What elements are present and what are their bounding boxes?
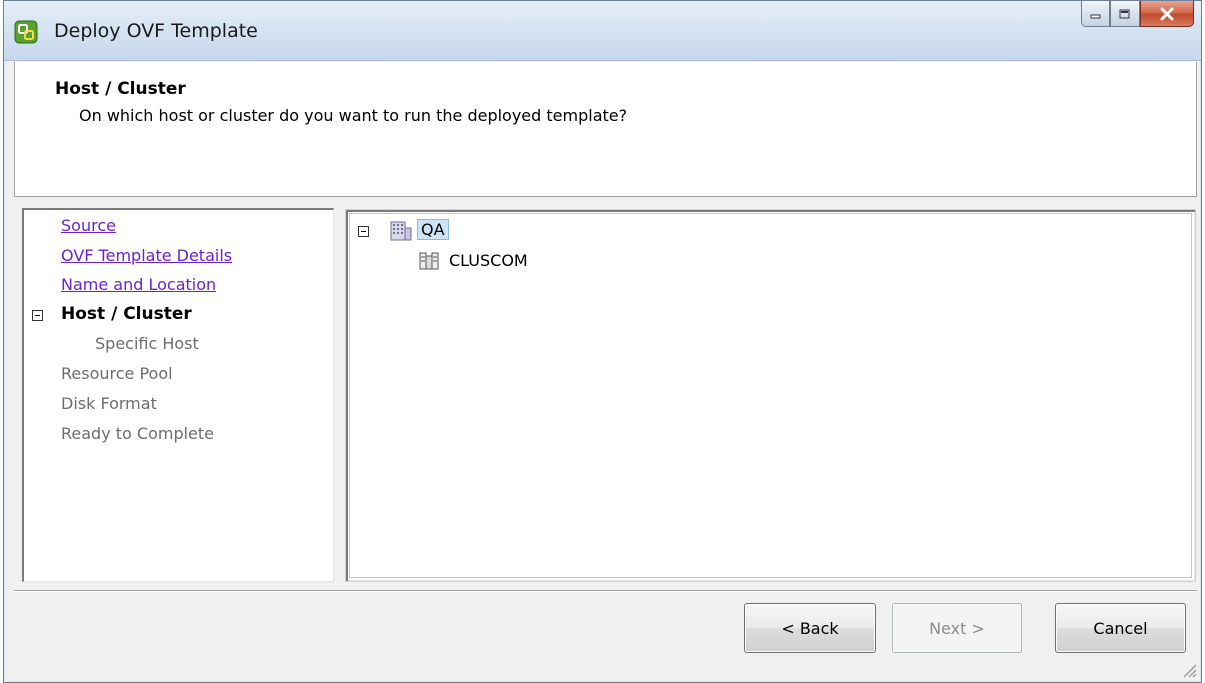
page-subtitle: On which host or cluster do you want to … (79, 106, 628, 125)
wizard-header: Host / Cluster On which host or cluster … (14, 62, 1197, 197)
tree-node-datacenter-qa[interactable]: QA (417, 219, 449, 240)
maximize-icon (1119, 9, 1130, 18)
next-button: Next > (892, 603, 1022, 653)
minimize-button[interactable] (1081, 1, 1110, 27)
window-title: Deploy OVF Template (54, 20, 258, 42)
page-title: Host / Cluster (55, 79, 186, 99)
cancel-button[interactable]: Cancel (1055, 603, 1186, 653)
step-name-and-location-link[interactable]: Name and Location (61, 275, 216, 294)
cluster-icon (419, 252, 439, 270)
step-host-cluster-current: Host / Cluster (61, 304, 192, 324)
step-ready-to-complete: Ready to Complete (61, 424, 215, 443)
back-button[interactable]: < Back (744, 603, 876, 653)
deploy-ovf-window: Deploy OVF Template Host / Cluster On wh… (3, 0, 1202, 683)
minimize-icon (1090, 14, 1100, 18)
tree-node-cluster-cluscom[interactable]: CLUSCOM (449, 251, 528, 270)
resize-grip-icon[interactable] (1179, 660, 1197, 678)
title-bar[interactable]: Deploy OVF Template (4, 1, 1201, 61)
vsphere-app-icon (14, 20, 38, 44)
footer-separator (14, 590, 1197, 592)
datacenter-icon (390, 221, 412, 241)
step-disk-format: Disk Format (61, 394, 157, 413)
step-resource-pool: Resource Pool (61, 364, 173, 383)
tree-collapse-icon[interactable] (358, 226, 369, 237)
step-source-link[interactable]: Source (61, 216, 116, 235)
maximize-button[interactable] (1110, 1, 1140, 27)
close-button[interactable] (1140, 1, 1194, 27)
step-ovf-template-details-link[interactable]: OVF Template Details (61, 246, 232, 265)
step-specific-host: Specific Host (95, 334, 199, 353)
inventory-tree[interactable]: QA CLUSCOM (345, 209, 1196, 582)
caption-buttons (1081, 1, 1194, 33)
collapse-icon[interactable] (32, 310, 43, 321)
wizard-steps-panel: Source OVF Template Details Name and Loc… (22, 208, 334, 582)
close-icon (1160, 7, 1174, 20)
